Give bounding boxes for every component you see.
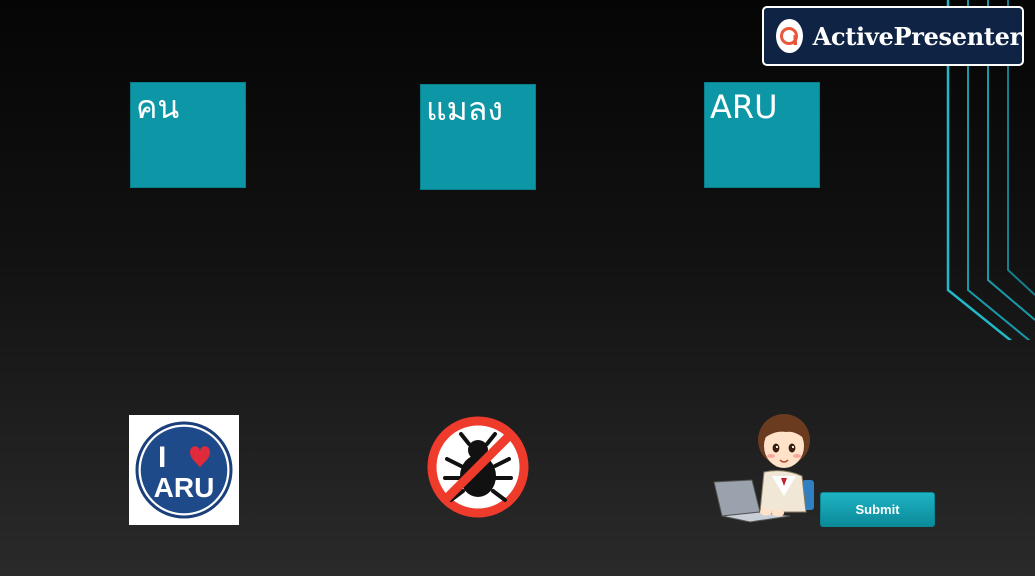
activepresenter-badge: ActivePresenter <box>762 6 1024 66</box>
no-bug-icon[interactable] <box>425 414 531 520</box>
brand-name: ActivePresenter <box>812 21 1023 51</box>
slide-canvas: ActivePresenter คน แมลง ARU I ARU Submit <box>0 0 1035 576</box>
svg-text:I: I <box>158 441 166 474</box>
drop-target-aru[interactable]: ARU <box>704 82 820 188</box>
drop-target-person[interactable]: คน <box>130 82 246 188</box>
submit-button[interactable]: Submit <box>820 492 935 527</box>
target-label: แมลง <box>426 90 503 128</box>
target-label: คน <box>136 88 180 126</box>
target-label: ARU <box>710 88 778 126</box>
drop-target-insect[interactable]: แมลง <box>420 84 536 190</box>
i-love-aru-logo-icon[interactable]: I ARU <box>129 415 239 525</box>
woman-with-laptop-icon[interactable] <box>710 412 820 524</box>
svg-text:ARU: ARU <box>154 472 215 503</box>
activepresenter-logo-icon <box>776 19 803 53</box>
